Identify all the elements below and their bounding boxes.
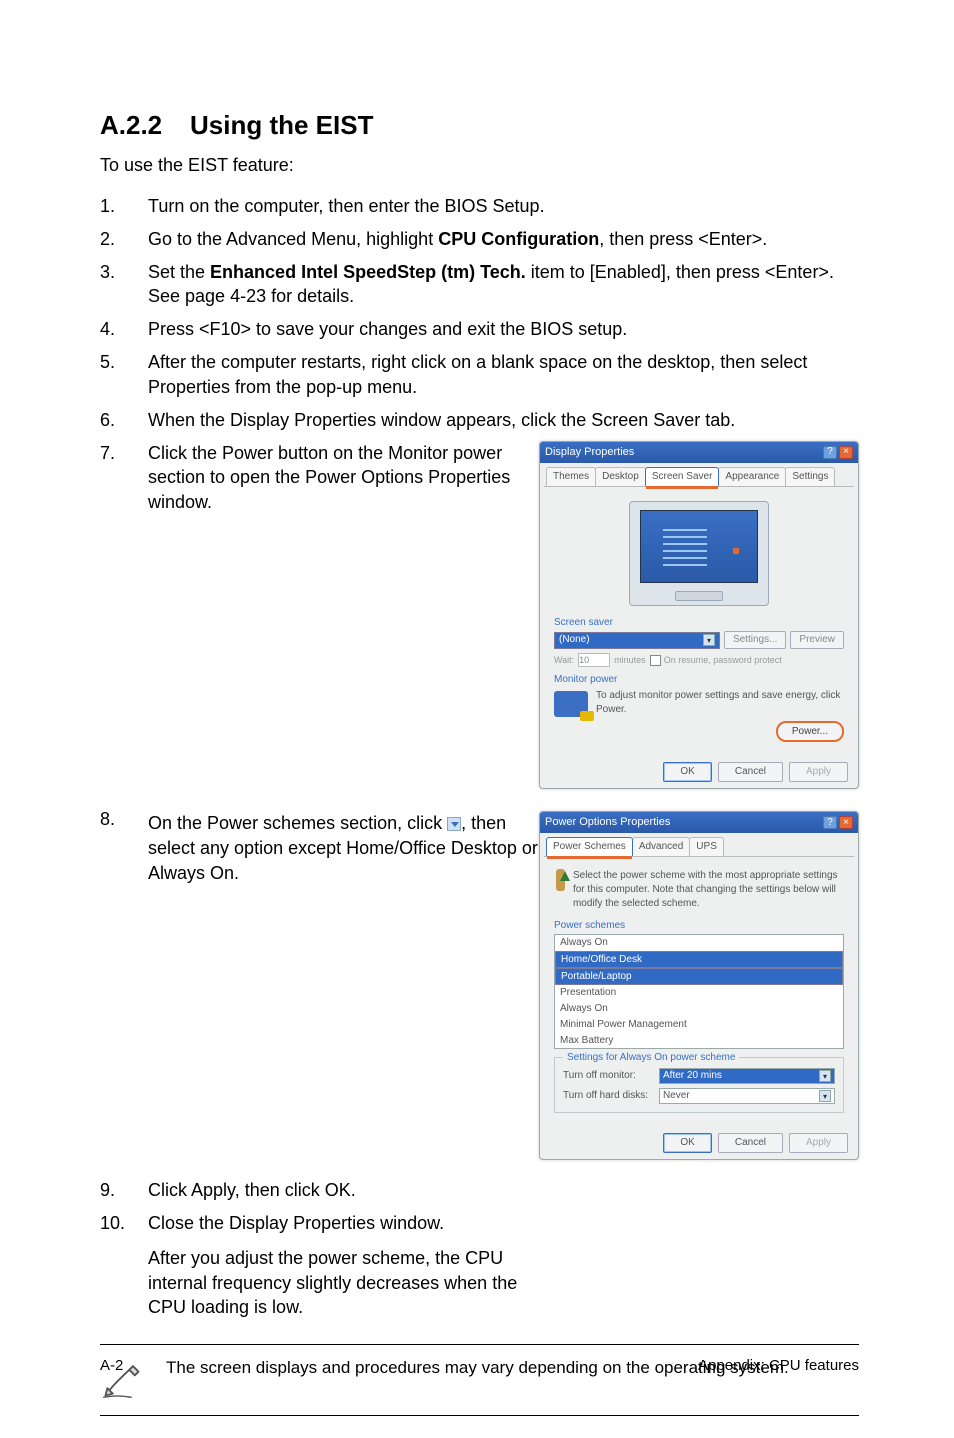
- power-schemes-label: Power schemes: [554, 919, 844, 933]
- note-block: The screen displays and procedures may v…: [100, 1344, 859, 1416]
- monitor-preview: [629, 501, 769, 606]
- dialog-title: Power Options Properties: [545, 815, 670, 830]
- screensaver-select[interactable]: (None) ▾: [554, 632, 720, 649]
- step-4: 4.Press <F10> to save your changes and e…: [100, 317, 859, 342]
- display-tabs: Themes Desktop Screen Saver Appearance S…: [540, 463, 858, 486]
- lead-text: To use the EIST feature:: [100, 155, 859, 176]
- dialog-titlebar: Display Properties ? ×: [540, 442, 858, 463]
- step-8: 8. On the Power schemes section, click ,…: [100, 807, 859, 1170]
- steps-list: 1.Turn on the computer, then enter the B…: [100, 194, 859, 1320]
- step-1: 1.Turn on the computer, then enter the B…: [100, 194, 859, 219]
- apply-button[interactable]: Apply: [789, 1133, 848, 1153]
- chevron-down-icon: ▾: [703, 634, 715, 646]
- chevron-down-icon: ▾: [819, 1090, 831, 1102]
- heading-number: A.2.2: [100, 110, 190, 141]
- tab-themes[interactable]: Themes: [546, 467, 596, 486]
- resume-checkbox[interactable]: [650, 655, 661, 666]
- dialog-title: Display Properties: [545, 445, 634, 460]
- cancel-button[interactable]: Cancel: [718, 762, 783, 782]
- step-7: 7. Click the Power button on the Monitor…: [100, 441, 859, 800]
- tab-settings[interactable]: Settings: [785, 467, 835, 486]
- help-icon[interactable]: ?: [823, 816, 837, 829]
- footer-left: A-2: [100, 1357, 123, 1374]
- close-icon[interactable]: ×: [839, 816, 853, 829]
- settings-button[interactable]: Settings...: [724, 631, 786, 649]
- power-button[interactable]: Power...: [776, 721, 844, 743]
- monitor-power-text: To adjust monitor power settings and sav…: [596, 689, 844, 717]
- wait-input[interactable]: [578, 653, 610, 667]
- tab-ups[interactable]: UPS: [689, 837, 724, 856]
- ok-button[interactable]: OK: [663, 1133, 711, 1153]
- section-heading: A.2.2Using the EIST: [100, 110, 859, 141]
- step-9: 9.Click Apply, then click OK.: [100, 1178, 859, 1203]
- power-scheme-info: Select the power scheme with the most ap…: [573, 869, 842, 910]
- display-properties-dialog: Display Properties ? × Themes Desktop Sc…: [539, 441, 859, 790]
- close-icon[interactable]: ×: [839, 446, 853, 459]
- apply-button[interactable]: Apply: [789, 762, 848, 782]
- step-6: 6.When the Display Properties window app…: [100, 408, 859, 433]
- power-scheme-icon: [556, 869, 565, 891]
- power-tabs: Power Schemes Advanced UPS: [540, 833, 858, 856]
- ok-button[interactable]: OK: [663, 762, 711, 782]
- page: A.2.2Using the EIST To use the EIST feat…: [0, 0, 954, 1438]
- tab-screensaver[interactable]: Screen Saver: [645, 467, 720, 486]
- wait-label: Wait:: [554, 653, 574, 667]
- tab-appearance[interactable]: Appearance: [718, 467, 786, 486]
- preview-button[interactable]: Preview: [790, 631, 844, 649]
- page-footer: A-2 Appendix: CPU features: [100, 1357, 859, 1374]
- tab-desktop[interactable]: Desktop: [595, 467, 646, 486]
- help-icon[interactable]: ?: [823, 446, 837, 459]
- monitor-power-label: Monitor power: [554, 673, 844, 687]
- heading-title: Using the EIST: [190, 110, 373, 140]
- power-options-dialog: Power Options Properties ? × Power Schem…: [539, 811, 859, 1160]
- cancel-button[interactable]: Cancel: [718, 1133, 783, 1153]
- power-schemes-select[interactable]: Always On Home/Office Desk Portable/Lapt…: [554, 934, 844, 1049]
- tab-advanced[interactable]: Advanced: [632, 837, 690, 856]
- step-10: 10. Close the Display Properties window.…: [100, 1211, 859, 1320]
- dropdown-arrow-icon: [447, 817, 461, 831]
- footer-right: Appendix: CPU features: [698, 1357, 859, 1374]
- chevron-down-icon: ▾: [819, 1070, 831, 1082]
- screensaver-group-label: Screen saver: [554, 616, 844, 630]
- step-5: 5.After the computer restarts, right cli…: [100, 350, 859, 400]
- turn-off-monitor-select[interactable]: After 20 mins▾: [659, 1068, 835, 1084]
- turn-off-hd-select[interactable]: Never▾: [659, 1088, 835, 1104]
- scheme-settings-group: Settings for Always On power scheme Turn…: [554, 1057, 844, 1113]
- dialog-titlebar: Power Options Properties ? ×: [540, 812, 858, 833]
- tab-power-schemes[interactable]: Power Schemes: [546, 837, 633, 856]
- monitor-power-icon: [554, 691, 588, 717]
- step-2: 2.Go to the Advanced Menu, highlight CPU…: [100, 227, 859, 252]
- step-3: 3.Set the Enhanced Intel SpeedStep (tm) …: [100, 260, 859, 310]
